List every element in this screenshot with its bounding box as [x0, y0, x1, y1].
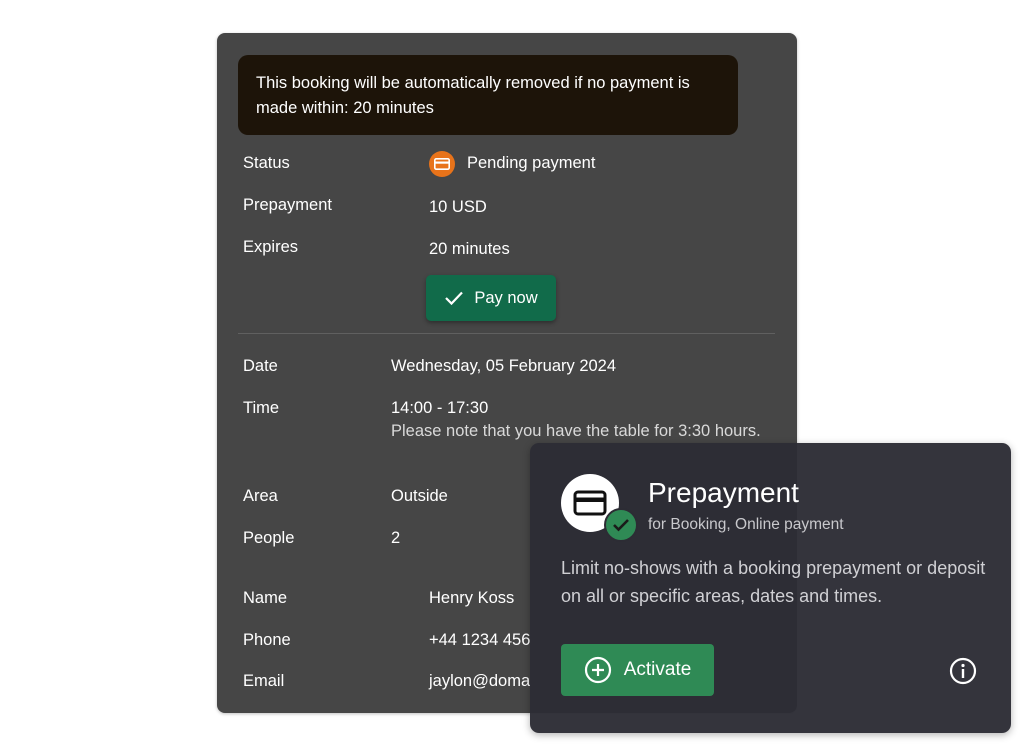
plus-circle-icon — [584, 656, 611, 684]
phone-label: Phone — [243, 631, 291, 649]
promo-description: Limit no-shows with a booking prepayment… — [561, 558, 986, 606]
expires-label: Expires — [243, 238, 299, 256]
prepayment-promo-card: Prepayment for Booking, Online payment L… — [530, 443, 1011, 733]
status-label: Status — [243, 154, 290, 172]
activate-button[interactable]: Activate — [561, 644, 714, 696]
activate-label: Activate — [623, 659, 692, 680]
name-label: Name — [243, 589, 288, 607]
email-label: Email — [243, 672, 285, 690]
time-label: Time — [243, 399, 280, 417]
status-value: Pending payment — [467, 154, 596, 172]
email-value: jaylon@doma — [429, 672, 531, 690]
time-value: 14:00 - 17:30 — [391, 399, 489, 417]
pay-now-label: Pay now — [474, 288, 538, 307]
area-value: Outside — [391, 487, 448, 505]
credit-card-icon — [429, 151, 455, 177]
check-icon — [445, 291, 464, 306]
date-value: Wednesday, 05 February 2024 — [391, 357, 617, 375]
divider — [238, 333, 775, 334]
time-note: Please note that you have the table for … — [391, 422, 761, 440]
promo-title: Prepayment — [648, 477, 799, 508]
payment-warning: This booking will be automatically remov… — [238, 55, 738, 135]
prepayment-value: 10 USD — [429, 198, 487, 216]
expires-value: 20 minutes — [429, 240, 510, 258]
name-value: Henry Koss — [429, 589, 515, 607]
check-circle-icon — [604, 508, 638, 542]
people-value: 2 — [391, 529, 401, 547]
phone-value: +44 1234 456 — [429, 631, 531, 649]
info-icon[interactable] — [948, 656, 978, 686]
promo-subtitle: for Booking, Online payment — [648, 516, 844, 533]
prepayment-label: Prepayment — [243, 196, 332, 214]
area-label: Area — [243, 487, 278, 505]
pay-now-button[interactable]: Pay now — [426, 275, 556, 321]
people-label: People — [243, 529, 295, 547]
date-label: Date — [243, 357, 278, 375]
